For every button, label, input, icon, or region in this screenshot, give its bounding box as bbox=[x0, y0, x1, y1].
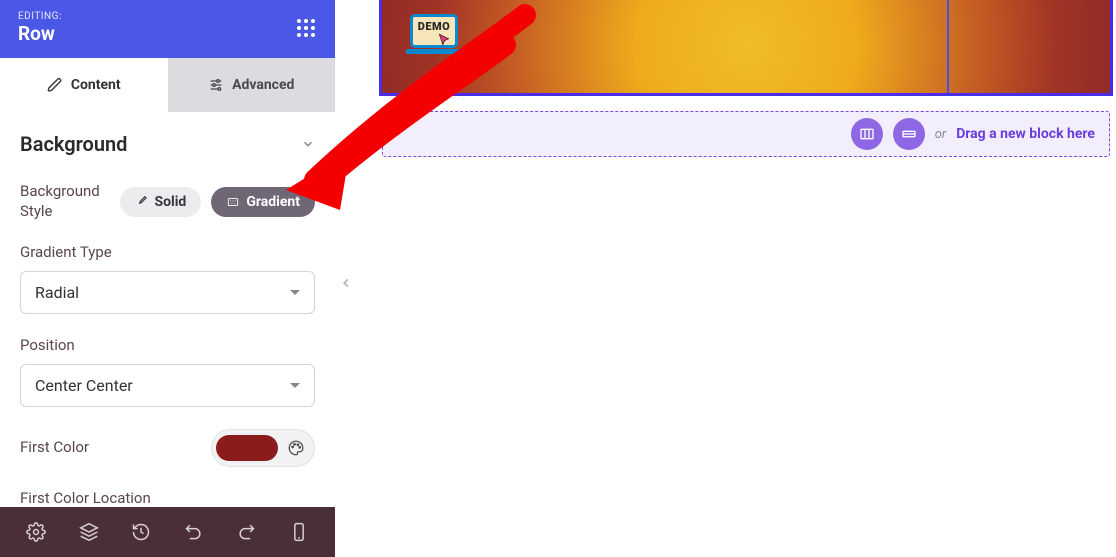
demo-badge: DEMO bbox=[406, 14, 462, 56]
columns-icon bbox=[859, 126, 875, 142]
demo-base bbox=[406, 49, 462, 54]
position-label: Position bbox=[20, 336, 315, 354]
drag-handle-icon[interactable] bbox=[295, 17, 317, 39]
background-style-label: Background Style bbox=[20, 182, 120, 221]
gradient-button[interactable]: Gradient bbox=[211, 187, 315, 217]
position-select[interactable]: Center Center bbox=[20, 364, 315, 407]
row-title: Row bbox=[18, 24, 62, 45]
mobile-preview-button[interactable] bbox=[283, 516, 315, 548]
gradient-label: Gradient bbox=[246, 194, 300, 210]
tab-advanced[interactable]: Advanced bbox=[168, 58, 336, 112]
gradient-type-value: Radial bbox=[35, 283, 79, 302]
undo-icon bbox=[184, 522, 204, 542]
redo-icon bbox=[236, 522, 256, 542]
mobile-icon bbox=[289, 522, 309, 542]
panel-header: EDITING: Row bbox=[0, 0, 335, 58]
first-color-location-field: First Color Location bbox=[20, 489, 315, 507]
gradient-type-label: Gradient Type bbox=[20, 243, 315, 261]
pencil-icon bbox=[47, 77, 63, 93]
solid-label: Solid bbox=[155, 194, 187, 210]
first-color-location-label: First Color Location bbox=[20, 489, 315, 507]
add-columns-button[interactable] bbox=[851, 118, 883, 150]
tab-content-label: Content bbox=[71, 77, 121, 93]
gear-icon bbox=[26, 522, 46, 542]
palette-button[interactable] bbox=[282, 434, 310, 462]
tabs: Content Advanced bbox=[0, 58, 335, 112]
caret-down-icon bbox=[290, 383, 300, 388]
preview-row[interactable]: DEMO bbox=[379, 0, 1113, 96]
chevron-left-icon bbox=[339, 276, 353, 290]
redo-button[interactable] bbox=[230, 516, 262, 548]
history-button[interactable] bbox=[125, 516, 157, 548]
add-row-button[interactable] bbox=[893, 118, 925, 150]
gradient-type-field: Gradient Type Radial bbox=[20, 243, 315, 314]
background-style-row: Background Style Solid Gradient bbox=[20, 182, 315, 221]
position-value: Center Center bbox=[35, 376, 133, 395]
left-panel: EDITING: Row Content Advanced Backgroun bbox=[0, 0, 335, 557]
panel-title-wrap: EDITING: Row bbox=[18, 11, 62, 45]
chevron-down-icon bbox=[301, 137, 315, 151]
bottom-bar bbox=[0, 507, 335, 557]
drop-bar[interactable]: or Drag a new block here bbox=[382, 111, 1110, 157]
editing-label: EDITING: bbox=[18, 11, 62, 22]
palette-icon bbox=[287, 439, 305, 457]
layers-icon bbox=[79, 522, 99, 542]
first-color-picker[interactable] bbox=[211, 429, 315, 467]
gradient-type-select[interactable]: Radial bbox=[20, 271, 315, 314]
gradient-icon bbox=[226, 195, 240, 209]
row-icon bbox=[901, 126, 917, 142]
settings-button[interactable] bbox=[20, 516, 52, 548]
first-color-row: First Color bbox=[20, 429, 315, 467]
preview-selection[interactable] bbox=[947, 0, 1107, 93]
history-icon bbox=[131, 522, 151, 542]
background-section-header[interactable]: Background bbox=[20, 132, 315, 156]
background-section-title: Background bbox=[20, 132, 127, 156]
eyedropper-icon bbox=[135, 195, 149, 209]
first-color-label: First Color bbox=[20, 438, 89, 458]
background-style-toggle: Solid Gradient bbox=[120, 187, 316, 217]
solid-button[interactable]: Solid bbox=[120, 187, 202, 217]
position-field: Position Center Center bbox=[20, 336, 315, 407]
tab-advanced-label: Advanced bbox=[232, 77, 294, 93]
panel-body: Background Background Style Solid bbox=[0, 112, 335, 507]
tab-content[interactable]: Content bbox=[0, 58, 168, 112]
collapse-panel-handle[interactable] bbox=[337, 270, 355, 296]
layers-button[interactable] bbox=[73, 516, 105, 548]
caret-down-icon bbox=[290, 290, 300, 295]
demo-text: DEMO bbox=[413, 20, 455, 33]
sliders-icon bbox=[208, 77, 224, 93]
cursor-icon bbox=[437, 33, 451, 47]
drop-or-text: or bbox=[935, 127, 946, 142]
canvas: DEMO or Drag a new block here bbox=[335, 0, 1116, 557]
first-color-swatch[interactable] bbox=[216, 435, 278, 461]
demo-screen: DEMO bbox=[410, 14, 458, 48]
drag-block-text[interactable]: Drag a new block here bbox=[956, 126, 1095, 142]
undo-button[interactable] bbox=[178, 516, 210, 548]
